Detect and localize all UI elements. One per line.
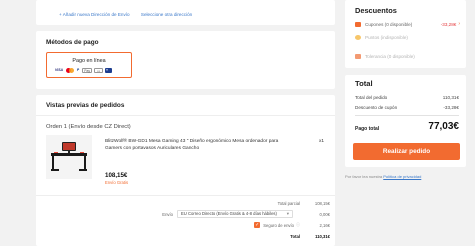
free-shipping-label: Envío Gratis xyxy=(105,180,129,185)
divider xyxy=(36,115,335,116)
privacy-notice-text: Por favor lea nuestra xyxy=(345,174,383,179)
address-links: + Añadir nueva Dirección de Envío Selecc… xyxy=(59,12,202,17)
product-title[interactable]: BlitzWolf® BW-GD1 Mesa Gaming 43 " Diseñ… xyxy=(105,139,290,152)
subtotal-row: Total parcial 108,15€ xyxy=(278,201,330,206)
shipping-row: Envío EU Correo Directo (Envío Gratis & … xyxy=(162,210,330,218)
coupon-discount-row: Descuento de cupón -33,28€ xyxy=(355,105,459,110)
product-image[interactable] xyxy=(46,135,92,179)
add-address-link[interactable]: + Añadir nueva Dirección de Envío xyxy=(59,12,130,17)
insurance-row: ✓ Seguro de envío ⓘ 2,16€ xyxy=(254,222,330,228)
shipping-value: 0,00€ xyxy=(319,211,330,217)
tolerance-icon xyxy=(355,54,361,59)
mastercard-logo xyxy=(65,68,74,73)
subtotal-value: 108,15€ xyxy=(314,201,330,206)
coupon-discount-value: -33,28€ xyxy=(443,105,459,110)
coupon-discount-label: Descuento de cupón xyxy=(355,105,398,110)
shipping-label: Envío xyxy=(162,211,173,217)
discounts-card: Descuentos Cupones (0 disponible) -33,28… xyxy=(345,0,466,68)
order-total-label: Total xyxy=(290,234,300,239)
product-quantity: x1 xyxy=(319,139,325,144)
order-total-summary-label: Total del pedido xyxy=(355,95,388,100)
order-previews-title: Vistas previas de pedidos xyxy=(46,102,125,109)
visa-logo: VISA xyxy=(55,68,63,72)
paypal-logo: P xyxy=(76,68,80,72)
order-total-value: 110,31€ xyxy=(315,234,330,239)
coupons-value: -33,28€ xyxy=(440,21,457,27)
discounts-title: Descuentos xyxy=(355,6,397,15)
place-order-button[interactable]: Realizar pedido xyxy=(353,143,460,160)
tolerance-row: Tolerancia (0 disponible) xyxy=(355,54,460,59)
tolerance-label: Tolerancia (0 disponible) xyxy=(365,54,415,59)
chevron-right-icon: › xyxy=(458,21,460,27)
insurance-checkbox[interactable]: ✓ xyxy=(254,222,261,228)
payment-option-online[interactable]: Pago en línea VISA P Pay ▭ ≡ xyxy=(46,52,132,78)
privacy-policy-link[interactable]: Política de privacidad xyxy=(383,174,421,179)
shipping-method-select[interactable]: EU Correo Directo (Envío Gratis & 4-8 dí… xyxy=(177,210,293,218)
order-total-summary-value: 110,31€ xyxy=(442,95,459,100)
pay-total-value: 77,03€ xyxy=(428,121,459,132)
points-label: Puntos (indisponible) xyxy=(365,35,408,40)
privacy-notice: Por favor lea nuestra Política de privac… xyxy=(345,174,421,179)
coupons-row[interactable]: Cupones (0 disponible) -33,28€ › xyxy=(355,21,460,27)
address-card: + Añadir nueva Dirección de Envío Selecc… xyxy=(36,0,335,25)
divider xyxy=(36,195,335,196)
card-logo: ▭ xyxy=(94,68,104,73)
select-address-link[interactable]: Seleccione otra dirección xyxy=(141,12,192,17)
bank-logo: ≡ xyxy=(105,68,113,73)
points-row: Puntos (indisponible) xyxy=(355,35,460,40)
insurance-label: Seguro de envío xyxy=(263,222,294,228)
order-total-summary-row: Total del pedido 110,31€ xyxy=(355,95,459,100)
coupon-icon xyxy=(355,21,361,27)
payment-title: Métodos de pago xyxy=(46,39,99,46)
insurance-value: 2,16€ xyxy=(319,222,330,228)
gaming-desk-image xyxy=(46,135,92,179)
order-previews-card: Vistas previas de pedidos Orden 1 (Envío… xyxy=(36,95,335,246)
order-header: Orden 1 (Envío desde CZ Direct) xyxy=(46,124,131,130)
payment-option-label: Pago en línea xyxy=(72,58,106,64)
coupons-label: Cupones (0 disponible) xyxy=(365,21,413,27)
shipping-method-value: EU Correo Directo (Envío Gratis & 4-8 dí… xyxy=(181,211,277,216)
total-card: Total Total del pedido 110,31€ Descuento… xyxy=(345,75,466,167)
payment-logos: VISA P Pay ▭ ≡ xyxy=(54,68,113,73)
order-total-row: Total 110,31€ xyxy=(290,234,330,239)
payment-methods-card: Métodos de pago Pago en línea VISA P Pay… xyxy=(36,31,335,89)
subtotal-label: Total parcial xyxy=(277,201,300,206)
divider xyxy=(355,115,459,116)
points-icon xyxy=(355,35,361,40)
applepay-logo: Pay xyxy=(82,68,93,73)
total-title: Total xyxy=(355,79,373,88)
product-price: 108,15€ xyxy=(105,172,128,179)
chevron-down-icon: ▾ xyxy=(286,211,289,216)
pay-total-label: Pago total xyxy=(355,126,380,132)
